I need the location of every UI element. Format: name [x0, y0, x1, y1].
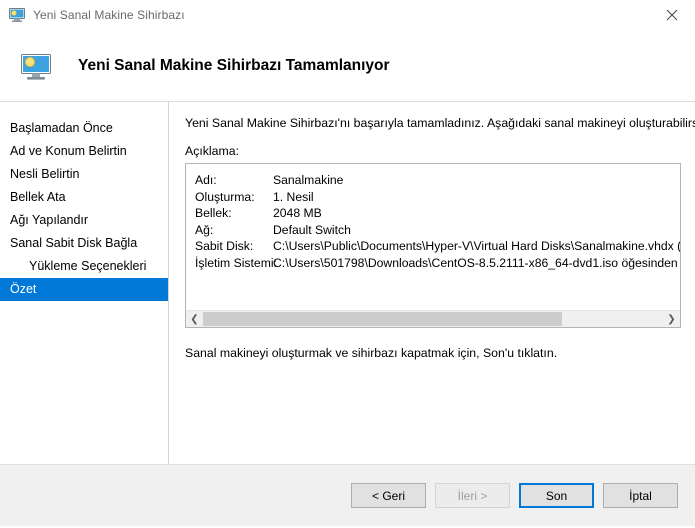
sidebar-item-before-you-begin[interactable]: Başlamadan Önce [0, 117, 168, 140]
wizard-step-sidebar: Başlamadan Önce Ad ve Konum Belirtin Nes… [0, 102, 169, 464]
summary-value: C:\Users\Public\Documents\Hyper-V\Virtua… [273, 239, 680, 253]
wizard-body: Başlamadan Önce Ad ve Konum Belirtin Nes… [0, 102, 695, 464]
title-bar: Yeni Sanal Makine Sihirbazı [0, 0, 695, 30]
summary-row: İşletim Sistemi: C:\Users\501798\Downloa… [195, 255, 680, 272]
summary-key: Adı: [195, 173, 217, 187]
horizontal-scrollbar[interactable]: ❮ ❯ [186, 310, 680, 327]
intro-text: Yeni Sanal Makine Sihirbazı'nı başarıyla… [185, 116, 695, 130]
window-title: Yeni Sanal Makine Sihirbazı [33, 8, 185, 22]
summary-value: 1. Nesil [273, 189, 314, 204]
sidebar-item-configure-networking[interactable]: Ağı Yapılandır [0, 209, 168, 232]
next-button: İleri > [435, 483, 510, 508]
scrollbar-thumb[interactable] [203, 312, 562, 326]
scroll-right-icon[interactable]: ❯ [663, 311, 680, 327]
description-label: Açıklama: [185, 144, 239, 158]
summary-value: 2048 MB [273, 206, 322, 220]
summary-key: Ağ: [195, 222, 214, 237]
sidebar-item-installation-options[interactable]: Yükleme Seçenekleri [0, 255, 168, 278]
finish-button[interactable]: Son [519, 483, 594, 508]
sidebar-item-specify-name-location[interactable]: Ad ve Konum Belirtin [0, 140, 168, 163]
summary-row: Bellek: 2048 MB [195, 205, 680, 222]
page-header: Yeni Sanal Makine Sihirbazı Tamamlanıyor [0, 30, 695, 102]
summary-value: C:\Users\501798\Downloads\CentOS-8.5.211… [273, 255, 680, 270]
back-button[interactable]: < Geri [351, 483, 426, 508]
page-title: Yeni Sanal Makine Sihirbazı Tamamlanıyor [78, 56, 390, 74]
summary-value: Sanalmakine [273, 173, 344, 187]
scrollbar-track[interactable] [203, 311, 663, 327]
close-icon[interactable] [649, 0, 695, 30]
summary-key: Bellek: [195, 206, 232, 220]
summary-key: İşletim Sistemi: [195, 255, 277, 270]
sidebar-item-assign-memory[interactable]: Bellek Ata [0, 186, 168, 209]
summary-row: Ağ: Default Switch [195, 222, 680, 239]
summary-key: Sabit Disk: [195, 239, 254, 253]
summary-value: Default Switch [273, 222, 351, 237]
virtual-machine-monitor-icon [20, 50, 52, 82]
summary-list: Adı: Sanalmakine Oluşturma: 1. Nesil Bel… [186, 164, 680, 294]
wizard-footer: < Geri İleri > Son İptal [0, 464, 695, 526]
closing-instruction-text: Sanal makineyi oluşturmak ve sihirbazı k… [185, 346, 558, 360]
sidebar-item-specify-generation[interactable]: Nesli Belirtin [0, 163, 168, 186]
wizard-main-pane: Yeni Sanal Makine Sihirbazı'nı başarıyla… [169, 102, 695, 464]
summary-key: Oluşturma: [195, 189, 255, 204]
summary-row: Sabit Disk: C:\Users\Public\Documents\Hy… [195, 238, 680, 255]
scroll-left-icon[interactable]: ❮ [186, 311, 203, 327]
virtual-machine-monitor-icon [9, 7, 25, 23]
summary-row: Adı: Sanalmakine [195, 172, 680, 189]
sidebar-item-connect-virtual-hard-disk[interactable]: Sanal Sabit Disk Bağla [0, 232, 168, 255]
cancel-button[interactable]: İptal [603, 483, 678, 508]
summary-row: Oluşturma: 1. Nesil [195, 189, 680, 206]
sidebar-item-summary[interactable]: Özet [0, 278, 168, 301]
summary-box: Adı: Sanalmakine Oluşturma: 1. Nesil Bel… [185, 163, 681, 328]
